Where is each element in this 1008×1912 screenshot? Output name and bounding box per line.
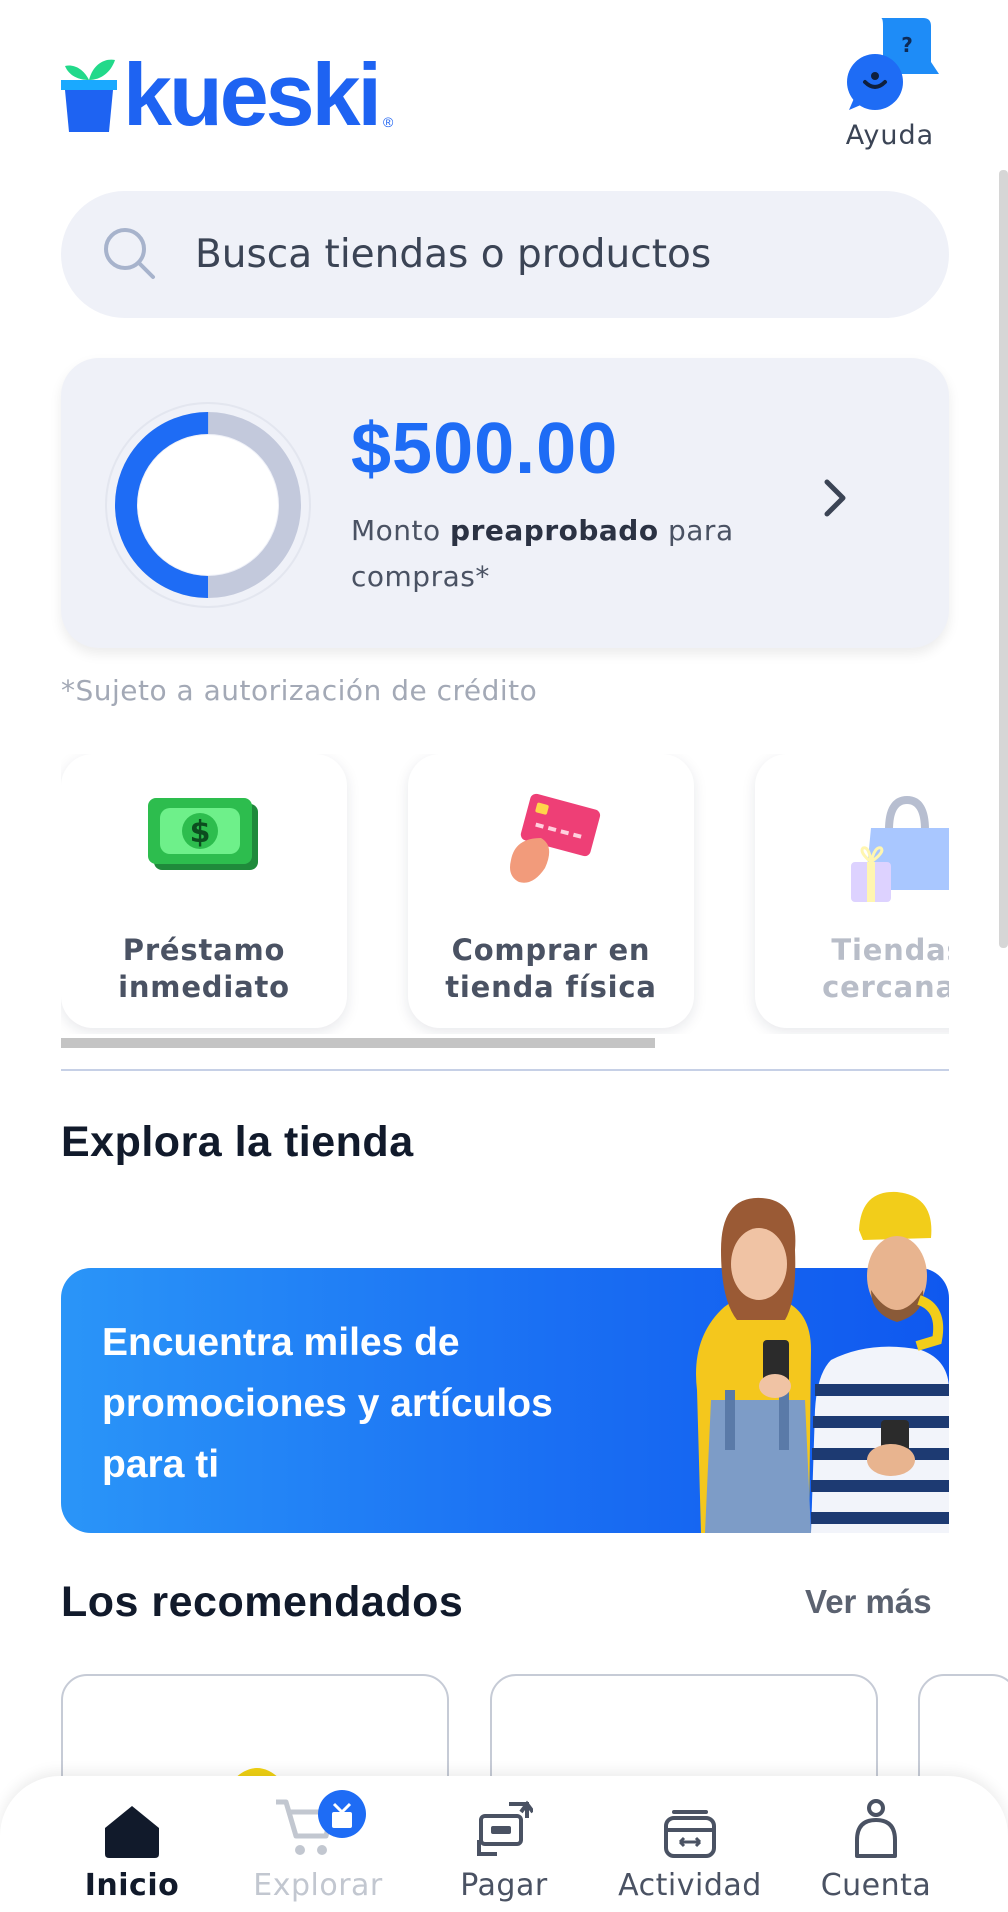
cash-icon: $ (148, 798, 258, 870)
shopping-bag-icon (851, 795, 949, 902)
kueski-logo: kueski ® (61, 45, 394, 144)
nav-cuenta[interactable]: Cuenta (786, 1796, 966, 1903)
nav-actividad[interactable]: Actividad (600, 1796, 780, 1903)
promo-people-image (696, 1191, 949, 1533)
credit-description: Monto preaprobado para compras* (351, 514, 734, 593)
credit-card[interactable]: $500.00 Monto preaprobado para compras* (61, 358, 949, 648)
pay-icon (477, 1800, 533, 1856)
nav-explorar[interactable]: Explorar (228, 1790, 408, 1903)
action-tienda-fisica[interactable]: Comprar en tienda física (408, 754, 694, 1028)
search-input[interactable] (195, 191, 895, 318)
help-button[interactable]: ? Ayuda (835, 16, 945, 156)
chevron-right-icon[interactable] (821, 476, 851, 520)
nav-inicio[interactable]: Inicio (42, 1796, 222, 1903)
action-tiendas-cercanas[interactable]: Tiendascercanas (755, 754, 949, 1028)
svg-text:$: $ (190, 815, 211, 850)
action-prestamo[interactable]: $ Préstamo inmediato (61, 754, 347, 1028)
see-more-link[interactable]: Ver más (805, 1583, 932, 1621)
quick-actions-carousel[interactable]: $ Préstamo inmediato Comprar en tienda fís… (61, 754, 949, 1034)
promo-banner[interactable]: Encuentra miles de promociones y artícul… (61, 1191, 949, 1533)
nav-pagar[interactable]: Pagar (414, 1796, 594, 1903)
plant-pot-icon (61, 59, 117, 132)
activity-icon (664, 1810, 716, 1858)
search-icon (104, 228, 155, 279)
help-chat-icon: ? (847, 18, 939, 110)
credit-donut-chart (105, 402, 311, 608)
recommended-title: Los recomendados (61, 1578, 464, 1626)
help-label: Ayuda (845, 120, 935, 151)
svg-text:?: ? (901, 33, 913, 57)
carousel-scroll-indicator (61, 1038, 655, 1048)
logo-wordmark: kueski (123, 45, 382, 144)
bottom-navigation: Inicio Explorar Pagar Actividad Cuenta (0, 1776, 1008, 1912)
page-scrollbar[interactable] (999, 170, 1008, 948)
cart-icon (276, 1790, 366, 1855)
section-divider (61, 1069, 949, 1071)
explore-title: Explora la tienda (61, 1118, 414, 1166)
card-hand-icon (510, 793, 601, 883)
registered-mark: ® (382, 114, 394, 130)
account-icon (855, 1799, 897, 1858)
search-bar[interactable] (61, 191, 949, 318)
promo-banner-text: Encuentra miles de promociones y artícul… (102, 1321, 553, 1486)
home-icon (105, 1806, 159, 1858)
credit-amount: $500.00 (351, 409, 619, 489)
credit-disclaimer: *Sujeto a autorización de crédito (61, 674, 538, 707)
